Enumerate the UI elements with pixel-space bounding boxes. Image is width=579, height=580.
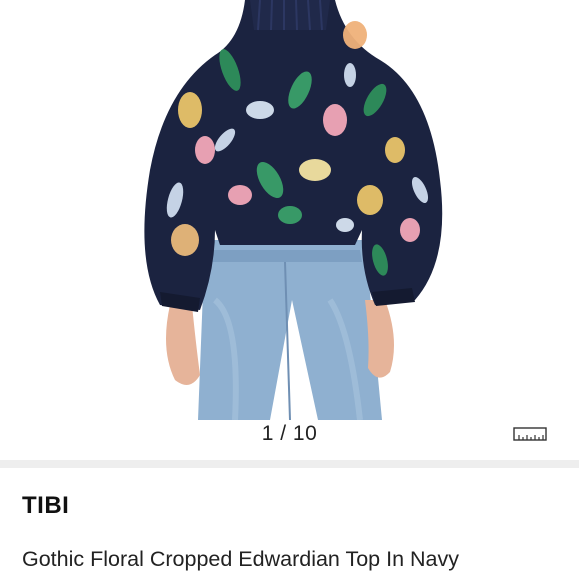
brand-name[interactable]: TIBI [22,492,69,520]
gallery-pager: 1 / 10 [0,420,579,460]
product-title: Gothic Floral Cropped Edwardian Top In N… [22,547,459,571]
section-divider [0,460,579,468]
ruler-icon[interactable] [513,426,547,442]
product-photo-illustration [144,0,443,420]
product-photo[interactable] [0,0,579,420]
image-counter: 1 / 10 [261,422,318,445]
